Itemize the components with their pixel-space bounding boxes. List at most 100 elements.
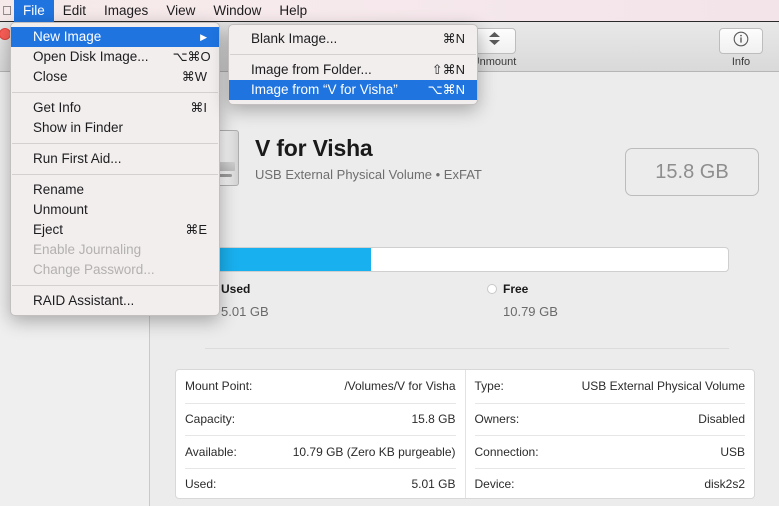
menu-item-label: Image from Folder... xyxy=(251,62,372,77)
menu-item-image-from-folder[interactable]: Image from Folder... ⇧⌘N xyxy=(229,60,477,80)
menu-item-shortcut: ⇧⌘N xyxy=(431,62,465,77)
menu-separator xyxy=(12,92,218,93)
info-value: 15.8 GB xyxy=(411,412,456,427)
menu-item-label: Rename xyxy=(33,182,85,197)
chevron-right-icon: ▶ xyxy=(200,32,207,42)
menu-item-shortcut: ⌘I xyxy=(190,100,207,115)
menubar-item-help[interactable]: Help xyxy=(270,0,316,22)
info-circle-icon xyxy=(733,31,749,52)
menu-item-rename[interactable]: Rename xyxy=(11,180,219,200)
info-key: Type: xyxy=(474,379,504,394)
menubar-item-edit[interactable]: Edit xyxy=(54,0,95,22)
info-value: disk2s2 xyxy=(704,477,745,492)
menu-item-label: Run First Aid... xyxy=(33,151,122,166)
menu-item-raid-assistant[interactable]: RAID Assistant... xyxy=(11,291,219,311)
legend-title-used: Used xyxy=(221,282,251,296)
menu-item-new-image[interactable]: New Image ▶ xyxy=(11,27,219,47)
capacity-bar-used-segment xyxy=(206,248,372,271)
info-key: Device: xyxy=(474,477,515,492)
menu-item-unmount[interactable]: Unmount xyxy=(11,200,219,220)
info-row: Connection: USB xyxy=(474,435,745,468)
menu-item-label: Unmount xyxy=(33,202,88,217)
menu-item-change-password: Change Password... xyxy=(11,260,219,280)
info-row: Capacity: 15.8 GB xyxy=(185,402,456,436)
new-image-submenu[interactable]: Blank Image... ⌘N Image from Folder... ⇧⌘N I… xyxy=(228,24,478,105)
legend-swatch-free xyxy=(487,284,497,294)
menu-item-shortcut: ⌥⌘N xyxy=(427,82,465,97)
menu-item-open-disk-image[interactable]: Open Disk Image... ⌥⌘O xyxy=(11,47,219,67)
unmount-button[interactable] xyxy=(472,28,516,54)
menubar-item-view[interactable]: View xyxy=(157,0,204,22)
menu-separator xyxy=(12,174,218,175)
menu-item-shortcut: ⌘E xyxy=(185,222,207,237)
section-divider xyxy=(205,348,729,349)
menu-item-label: Image from “V for Visha” xyxy=(251,82,398,97)
file-menu-dropdown[interactable]: New Image ▶ Open Disk Image... ⌥⌘O Close ⌘W Ge… xyxy=(10,22,220,316)
volume-info-table: Mount Point: /Volumes/V for Visha Capacity… xyxy=(175,369,755,499)
info-key: Connection: xyxy=(474,444,539,459)
info-key: Owners: xyxy=(474,412,520,427)
info-value: 5.01 GB xyxy=(411,477,456,492)
eject-icon xyxy=(488,31,501,51)
capacity-bar xyxy=(205,247,729,272)
menu-item-label: Eject xyxy=(33,222,64,237)
menu-item-label: New Image xyxy=(33,29,102,44)
legend-value-free: 10.79 GB xyxy=(503,304,558,319)
menubar:  FileEditImagesViewWindowHelp xyxy=(0,0,779,22)
menu-item-image-from-v-for-visha[interactable]: Image from “V for Visha” ⌥⌘N xyxy=(229,80,477,100)
info-value: 10.79 GB (Zero KB purgeable) xyxy=(292,444,456,459)
info-key: Available: xyxy=(185,444,237,459)
menubar-item-file[interactable]: File xyxy=(14,0,54,22)
menu-item-label: Change Password... xyxy=(33,262,155,277)
menu-item-label: Open Disk Image... xyxy=(33,49,149,64)
menu-item-shortcut: ⌥⌘O xyxy=(172,49,211,64)
info-row: Device: disk2s2 xyxy=(474,467,745,501)
menu-item-close[interactable]: Close ⌘W xyxy=(11,67,219,87)
info-row: Type: USB External Physical Volume xyxy=(475,370,746,403)
menubar-item-images[interactable]: Images xyxy=(95,0,157,22)
menu-item-eject[interactable]: Eject ⌘E xyxy=(11,220,219,240)
legend-title-free: Free xyxy=(503,282,529,296)
menu-separator xyxy=(230,54,476,55)
info-value: USB xyxy=(720,444,745,459)
volume-detail-pane: V for Visha USB External Physical Volume… xyxy=(151,72,779,506)
menu-item-blank-image[interactable]: Blank Image... ⌘N xyxy=(229,29,477,49)
info-key: Mount Point: xyxy=(185,379,253,394)
menu-separator xyxy=(12,143,218,144)
menu-item-label: Show in Finder xyxy=(33,120,124,135)
legend-value-used: 5.01 GB xyxy=(221,304,269,319)
info-key: Capacity: xyxy=(185,412,236,427)
apple-logo-icon[interactable]:  xyxy=(0,0,14,21)
info-button[interactable] xyxy=(719,28,763,54)
info-button-label: Info xyxy=(731,56,751,68)
menu-item-shortcut: ⌘N xyxy=(442,31,465,46)
info-value: Disabled xyxy=(698,412,745,427)
menu-item-run-first-aid[interactable]: Run First Aid... xyxy=(11,149,219,169)
menu-item-get-info[interactable]: Get Info ⌘I xyxy=(11,98,219,118)
capacity-badge: 15.8 GB xyxy=(625,148,759,196)
info-value: /Volumes/V for Visha xyxy=(344,379,456,394)
menu-item-show-in-finder[interactable]: Show in Finder xyxy=(11,118,219,138)
info-value: USB External Physical Volume xyxy=(581,379,745,394)
menu-item-label: Enable Journaling xyxy=(33,242,142,257)
menu-item-enable-journaling: Enable Journaling xyxy=(11,240,219,260)
screen: Unmount Info V for Visha USB External Ph… xyxy=(0,0,779,506)
menu-item-label: Get Info xyxy=(33,100,82,115)
menu-item-label: RAID Assistant... xyxy=(33,293,135,308)
info-key: Used: xyxy=(185,477,217,492)
volume-name: V for Visha xyxy=(255,134,373,161)
menubar-item-window[interactable]: Window xyxy=(204,0,270,22)
info-row: Mount Point: /Volumes/V for Visha xyxy=(185,370,456,403)
info-row: Owners: Disabled xyxy=(474,402,745,436)
info-column-right: Type: USB External Physical Volume Owners:… xyxy=(464,370,755,501)
info-column-left: Mount Point: /Volumes/V for Visha Capacity… xyxy=(176,370,465,498)
menu-item-label: Blank Image... xyxy=(251,31,338,46)
volume-header: V for Visha USB External Physical Volume… xyxy=(199,130,482,186)
volume-subtitle: USB External Physical Volume • ExFAT xyxy=(255,166,482,182)
legend-item-free: Free 10.79 GB xyxy=(487,282,558,319)
info-row: Available: 10.79 GB (Zero KB purgeable) xyxy=(185,435,456,468)
menu-separator xyxy=(12,285,218,286)
info-row: Used: 5.01 GB xyxy=(185,467,456,501)
menu-item-shortcut: ⌘W xyxy=(181,69,207,84)
menu-item-label: Close xyxy=(33,69,68,84)
